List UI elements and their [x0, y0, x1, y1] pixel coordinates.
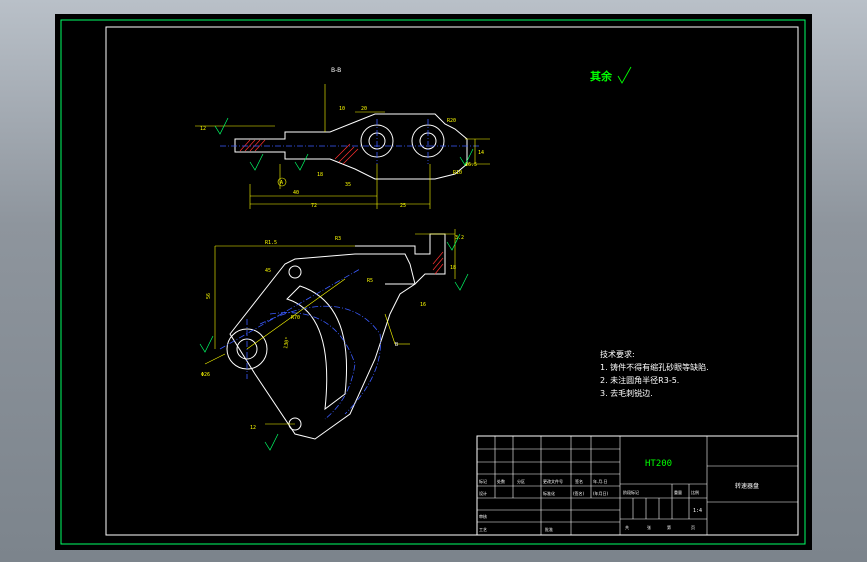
dim-10: 10 — [339, 106, 345, 112]
dim-3-2: 3.2 — [455, 235, 464, 241]
sheet-unit-label: 张 — [647, 524, 651, 530]
dim-72: 72 — [311, 203, 317, 209]
dim-18-front: 18 — [450, 265, 456, 271]
col-change-doc: 更改文件号 — [543, 478, 563, 484]
dim-40: 40 — [293, 190, 299, 196]
top-flange — [355, 233, 446, 285]
dim-r70: R70 — [291, 315, 300, 321]
roughness-note-symbol — [617, 66, 632, 84]
dim-130-deg: 130° — [283, 336, 291, 349]
sign-label: (签名) — [573, 490, 585, 496]
review-label: 审核 — [479, 513, 487, 519]
dim-phi26: Φ26 — [201, 372, 210, 378]
flange-hatch — [432, 251, 444, 275]
dim-45: 45 — [265, 268, 271, 274]
dim-14: 14 — [478, 150, 484, 156]
dim-r3: R3 — [335, 236, 341, 242]
top-dim-lines — [195, 84, 490, 209]
scale-value: 1:4 — [693, 508, 702, 514]
tech-title: 技术要求: — [600, 349, 635, 359]
sheet-index-label: 第 — [667, 524, 671, 530]
hole-top — [288, 265, 302, 279]
col-zone: 分区 — [517, 478, 525, 484]
top-view: B-B 40 72 25 10 20 R20 R10 18 35 14 16.5… — [195, 67, 490, 209]
arm-outline — [229, 253, 416, 440]
page-label: 页 — [691, 525, 695, 530]
front-dim-lines — [204, 229, 456, 425]
cad-viewport: B-B 40 72 25 10 20 R20 R10 18 35 14 16.5… — [0, 0, 867, 562]
dim-18: 18 — [317, 172, 323, 178]
process-label: 工艺 — [479, 527, 487, 532]
stage-header: 阶段标记 — [623, 489, 639, 495]
section-label: B-B — [331, 67, 341, 74]
dim-r1-5: R1.5 — [265, 240, 277, 246]
dim-16-5: 16.5 — [465, 162, 477, 168]
top-outline — [234, 113, 468, 180]
front-centerlines — [219, 268, 381, 420]
dim-25: 25 — [400, 203, 406, 209]
inner-frame — [105, 26, 799, 536]
front-view: R1.5 R3 56 45 R5 3.2 R70 130° 16 18 B Φ2… — [199, 229, 469, 451]
dim-56: 56 — [206, 293, 212, 299]
curved-slot — [286, 285, 348, 411]
dim-12-front: 12 — [250, 425, 256, 431]
col-date: 年.月.日 — [593, 478, 608, 484]
datum-a: A — [280, 180, 283, 186]
dim-20: 20 — [361, 106, 367, 112]
tech-item-3: 3. 去毛刺锐边. — [600, 388, 653, 398]
dim-16: 16 — [420, 302, 426, 308]
roughness-note: 其余 — [590, 69, 613, 83]
dim-r10: R10 — [453, 170, 462, 176]
title-block: HT200 转速器盘 1:4 标记 处数 分区 更改文件号 签名 年.月.日 设… — [476, 435, 799, 536]
part-name: 转速器盘 — [735, 482, 759, 490]
drawing-sheet: B-B 40 72 25 10 20 R20 R10 18 35 14 16.5… — [55, 14, 812, 550]
std-label: 标准化 — [543, 490, 555, 496]
dim-r20: R20 — [447, 118, 456, 124]
design-label: 设计 — [479, 490, 487, 496]
tech-item-1: 1. 铸件不得有缩孔砂眼等缺陷. — [600, 362, 709, 372]
outer-frame — [60, 19, 806, 545]
tech-item-2: 2. 未注圆角半径R3-5. — [600, 375, 679, 385]
sheet-total-label: 共 — [625, 524, 629, 530]
col-count: 处数 — [497, 478, 505, 484]
col-mark: 标记 — [479, 478, 487, 484]
weight-header: 重量 — [674, 489, 682, 495]
col-sign: 签名 — [575, 478, 583, 484]
material-label: HT200 — [645, 459, 672, 469]
section-mark-b: B — [395, 342, 398, 348]
ratio-header: 比例 — [691, 489, 699, 495]
dim-12: 12 — [200, 126, 206, 132]
dim-r5: R5 — [367, 278, 373, 284]
date-label: (年月日) — [593, 490, 609, 496]
tech-requirements: 技术要求: 1. 铸件不得有缩孔砂眼等缺陷. 2. 未注圆角半径R3-5. 3.… — [600, 349, 709, 398]
drawing-canvas: B-B 40 72 25 10 20 R20 R10 18 35 14 16.5… — [60, 19, 806, 545]
approve-label: 批准 — [545, 526, 553, 532]
dim-35: 35 — [345, 182, 351, 188]
